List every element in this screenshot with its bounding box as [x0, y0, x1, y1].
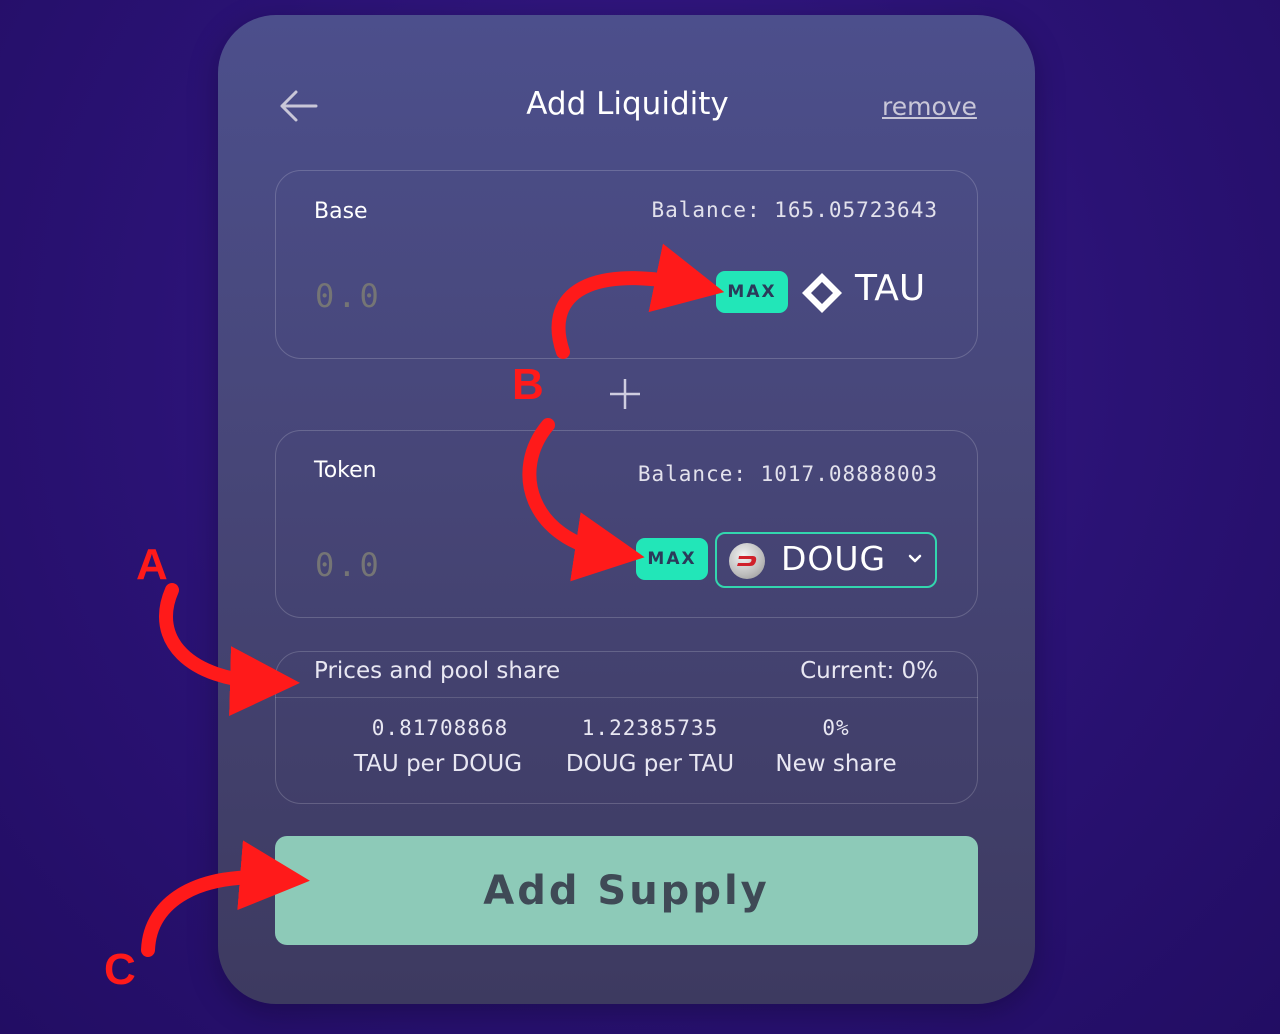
token-label: Token [314, 458, 377, 483]
base-max-button[interactable]: MAX [716, 271, 788, 313]
base-token-name: TAU [855, 268, 926, 309]
annotation-b: B [512, 360, 544, 409]
chevron-down-icon [908, 554, 922, 563]
annotation-c: C [104, 945, 136, 994]
current-share: Current: 0% [800, 658, 938, 684]
token-input-panel [275, 430, 978, 618]
base-balance: Balance: 165.05723643 [651, 198, 938, 222]
tau-per-doug-label: TAU per DOUG [353, 751, 523, 777]
doug-logo-icon [729, 543, 765, 579]
token-select-dropdown[interactable]: DOUG [715, 532, 937, 588]
doug-per-tau-value: 1.22385735 [581, 716, 719, 740]
add-supply-button[interactable]: Add Supply [275, 836, 978, 945]
token-select-name: DOUG [781, 539, 887, 578]
new-share-label: New share [775, 751, 897, 777]
prices-divider [275, 697, 978, 698]
back-arrow-icon[interactable] [278, 88, 318, 124]
prices-title: Prices and pool share [314, 658, 561, 684]
base-amount-input[interactable] [313, 276, 517, 316]
token-amount-input[interactable] [313, 545, 517, 585]
tau-per-doug-value: 0.81708868 [371, 716, 509, 740]
page-title: Add Liquidity [526, 86, 729, 122]
annotation-a: A [136, 540, 168, 589]
tau-logo-icon [802, 273, 842, 313]
token-balance: Balance: 1017.08888003 [637, 462, 938, 486]
new-share-value: 0% [822, 716, 850, 740]
remove-link[interactable]: remove [882, 92, 977, 121]
base-label: Base [314, 199, 368, 224]
plus-icon [610, 379, 640, 409]
token-max-button[interactable]: MAX [636, 538, 708, 580]
